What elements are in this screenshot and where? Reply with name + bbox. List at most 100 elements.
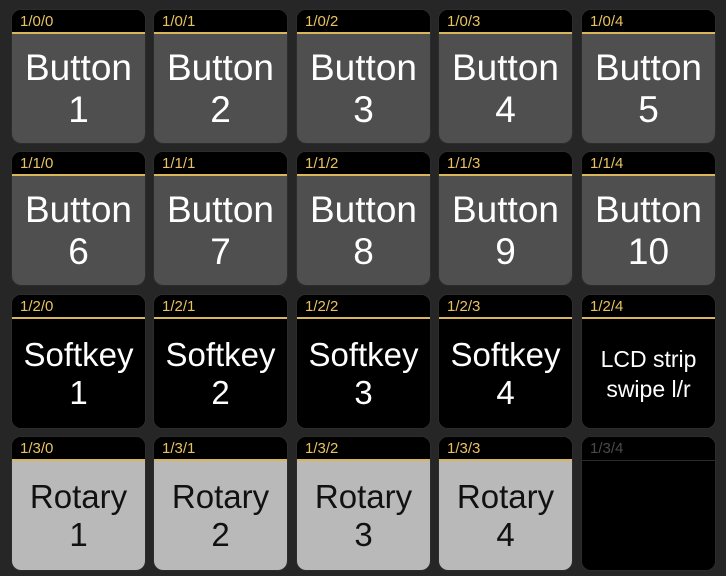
control-grid: 1/0/0 Button 1 1/0/1 Button 2 1/0/2 Button 31… xyxy=(0,0,726,576)
tile-header: 1/0/1 xyxy=(154,10,287,34)
tile-location-label: 1/3/1 xyxy=(162,440,196,457)
tile-body: Button 6 xyxy=(12,176,145,285)
tile-label: Button 5 xyxy=(595,46,702,130)
tile-body: Rotary 1 xyxy=(12,461,145,570)
tile-label: Button 9 xyxy=(452,188,559,272)
tile-location-label: 1/3/3 xyxy=(447,440,481,457)
tile-1-1-2-button[interactable]: 1/1/2 Button 8 xyxy=(296,151,431,286)
tile-body: Button 8 xyxy=(297,176,430,285)
tile-1-0-2-button[interactable]: 1/0/2 Button 3 xyxy=(296,9,431,144)
tile-1-3-1-rotary[interactable]: 1/3/1 Rotary 2 xyxy=(153,436,288,571)
tile-header: 1/3/1 xyxy=(154,437,287,461)
tile-header: 1/1/2 xyxy=(297,152,430,176)
tile-location-label: 1/3/2 xyxy=(305,440,339,457)
tile-label: Rotary 3 xyxy=(314,477,413,553)
tile-1-2-4-lcd-strip[interactable]: 1/2/4 LCD strip swipe l/r xyxy=(581,294,716,429)
tile-1-1-4-button[interactable]: 1/1/4 Button 10 xyxy=(581,151,716,286)
tile-1-2-0-softkey[interactable]: 1/2/0 Softkey 1 xyxy=(11,294,146,429)
tile-location-label: 1/0/1 xyxy=(162,13,196,30)
tile-header: 1/2/4 xyxy=(582,295,715,319)
tile-1-1-0-button[interactable]: 1/1/0 Button 6 xyxy=(11,151,146,286)
tile-label: Softkey 3 xyxy=(308,335,419,411)
tile-label: Rotary 4 xyxy=(456,477,555,553)
tile-location-label: 1/1/1 xyxy=(162,155,196,172)
tile-header: 1/3/4 xyxy=(582,437,715,461)
tile-header: 1/1/1 xyxy=(154,152,287,176)
tile-1-0-4-button[interactable]: 1/0/4 Button 5 xyxy=(581,9,716,144)
tile-body: Button 2 xyxy=(154,34,287,143)
tile-body: Button 10 xyxy=(582,176,715,285)
tile-header: 1/2/3 xyxy=(439,295,572,319)
tile-label: Button 2 xyxy=(167,46,274,130)
tile-1-0-3-button[interactable]: 1/0/3 Button 4 xyxy=(438,9,573,144)
tile-body: LCD strip swipe l/r xyxy=(582,319,715,428)
tile-1-2-3-softkey[interactable]: 1/2/3 Softkey 4 xyxy=(438,294,573,429)
tile-label: Button 3 xyxy=(310,46,417,130)
tile-body: Rotary 4 xyxy=(439,461,572,570)
tile-header: 1/0/4 xyxy=(582,10,715,34)
tile-location-label: 1/1/0 xyxy=(20,155,54,172)
tile-header: 1/3/3 xyxy=(439,437,572,461)
tile-1-0-0-button[interactable]: 1/0/0 Button 1 xyxy=(11,9,146,144)
tile-location-label: 1/2/4 xyxy=(590,298,624,315)
tile-label: Softkey 4 xyxy=(450,335,561,411)
tile-1-3-3-rotary[interactable]: 1/3/3 Rotary 4 xyxy=(438,436,573,571)
tile-header: 1/1/0 xyxy=(12,152,145,176)
tile-location-label: 1/2/1 xyxy=(162,298,196,315)
tile-location-label: 1/1/3 xyxy=(447,155,481,172)
tile-label: Rotary 2 xyxy=(171,477,270,553)
tile-label: Button 6 xyxy=(25,188,132,272)
tile-location-label: 1/1/2 xyxy=(305,155,339,172)
tile-body: Button 4 xyxy=(439,34,572,143)
tile-body xyxy=(582,461,715,570)
tile-label: Button 4 xyxy=(452,46,559,130)
tile-1-2-1-softkey[interactable]: 1/2/1 Softkey 2 xyxy=(153,294,288,429)
tile-label: Button 10 xyxy=(595,188,702,272)
tile-label: LCD strip swipe l/r xyxy=(600,345,697,402)
tile-label: Button 8 xyxy=(310,188,417,272)
tile-label: Button 1 xyxy=(25,46,132,130)
tile-location-label: 1/0/4 xyxy=(590,13,624,30)
tile-header: 1/2/1 xyxy=(154,295,287,319)
tile-body: Button 3 xyxy=(297,34,430,143)
tile-label: Rotary 1 xyxy=(29,477,128,553)
tile-body: Softkey 1 xyxy=(12,319,145,428)
tile-1-3-0-rotary[interactable]: 1/3/0 Rotary 1 xyxy=(11,436,146,571)
tile-header: 1/0/0 xyxy=(12,10,145,34)
tile-header: 1/2/2 xyxy=(297,295,430,319)
tile-location-label: 1/0/2 xyxy=(305,13,339,30)
tile-header: 1/0/2 xyxy=(297,10,430,34)
tile-label: Button 7 xyxy=(167,188,274,272)
tile-header: 1/2/0 xyxy=(12,295,145,319)
tile-label: Softkey 1 xyxy=(23,335,134,411)
tile-body: Rotary 3 xyxy=(297,461,430,570)
tile-1-1-1-button[interactable]: 1/1/1 Button 7 xyxy=(153,151,288,286)
tile-label: Softkey 2 xyxy=(165,335,276,411)
tile-header: 1/0/3 xyxy=(439,10,572,34)
tile-1-0-1-button[interactable]: 1/0/1 Button 2 xyxy=(153,9,288,144)
tile-header: 1/1/3 xyxy=(439,152,572,176)
tile-header: 1/3/2 xyxy=(297,437,430,461)
tile-header: 1/1/4 xyxy=(582,152,715,176)
tile-location-label: 1/0/3 xyxy=(447,13,481,30)
tile-body: Softkey 3 xyxy=(297,319,430,428)
tile-1-3-2-rotary[interactable]: 1/3/2 Rotary 3 xyxy=(296,436,431,571)
tile-body: Rotary 2 xyxy=(154,461,287,570)
tile-location-label: 1/2/2 xyxy=(305,298,339,315)
tile-location-label: 1/1/4 xyxy=(590,155,624,172)
tile-location-label: 1/3/0 xyxy=(20,440,54,457)
tile-body: Button 7 xyxy=(154,176,287,285)
tile-body: Button 5 xyxy=(582,34,715,143)
tile-1-3-4-empty: 1/3/4 xyxy=(581,436,716,571)
tile-body: Softkey 4 xyxy=(439,319,572,428)
tile-1-2-2-softkey[interactable]: 1/2/2 Softkey 3 xyxy=(296,294,431,429)
tile-1-1-3-button[interactable]: 1/1/3 Button 9 xyxy=(438,151,573,286)
tile-location-label: 1/3/4 xyxy=(590,440,624,457)
tile-body: Button 1 xyxy=(12,34,145,143)
tile-body: Softkey 2 xyxy=(154,319,287,428)
tile-location-label: 1/0/0 xyxy=(20,13,54,30)
tile-location-label: 1/2/3 xyxy=(447,298,481,315)
tile-location-label: 1/2/0 xyxy=(20,298,54,315)
tile-body: Button 9 xyxy=(439,176,572,285)
tile-header: 1/3/0 xyxy=(12,437,145,461)
